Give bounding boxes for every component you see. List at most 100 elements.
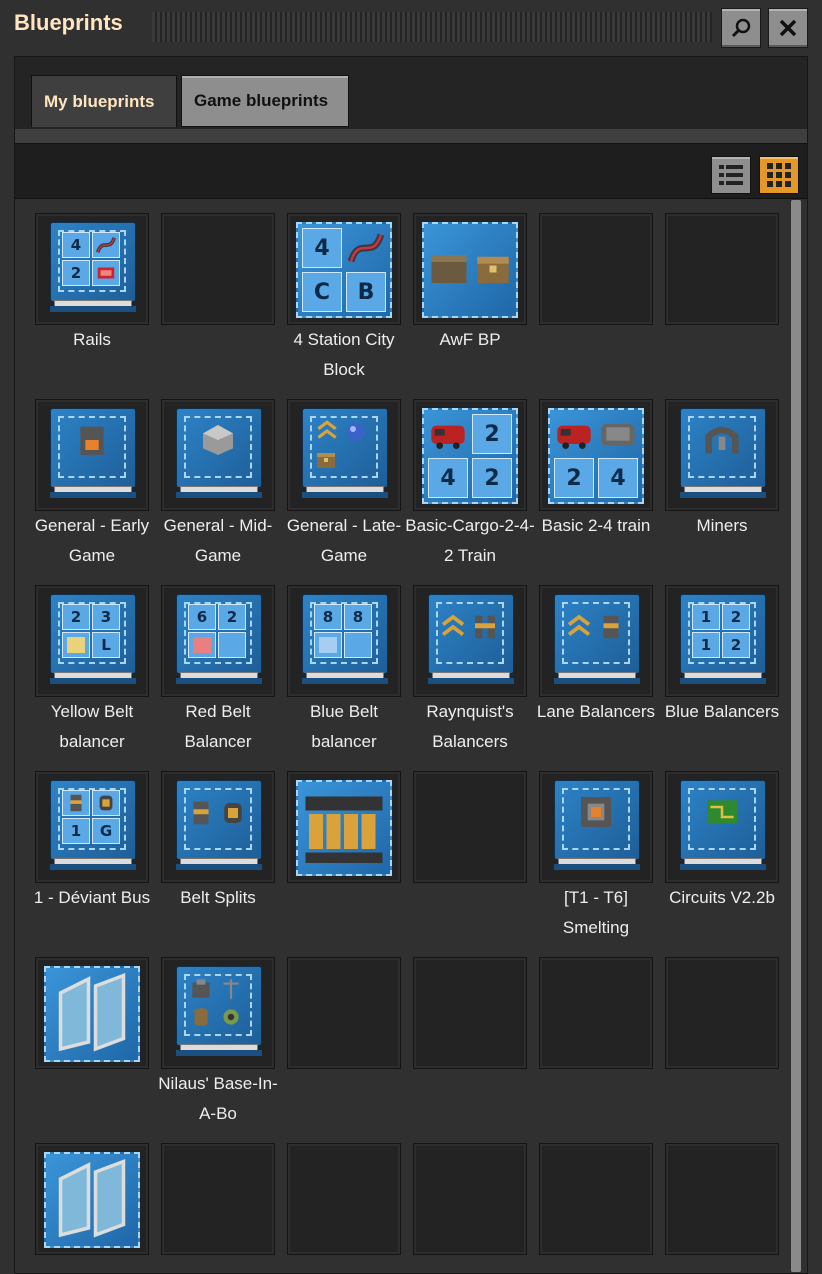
empty-slot[interactable] bbox=[665, 213, 779, 325]
blueprint-slot[interactable] bbox=[161, 771, 275, 883]
book-cell bbox=[62, 790, 90, 816]
blueprint-slot[interactable]: 23L bbox=[35, 585, 149, 697]
blueprint-slot[interactable] bbox=[35, 957, 149, 1069]
book-cell bbox=[344, 632, 372, 658]
window-titlebar[interactable]: Blueprints bbox=[0, 0, 822, 52]
blueprint-slot[interactable]: 4CB bbox=[287, 213, 401, 325]
blueprint-cell: B bbox=[346, 272, 386, 312]
blueprint-slot[interactable]: 42 bbox=[35, 213, 149, 325]
empty-slot[interactable] bbox=[665, 1143, 779, 1255]
slot-label: Blue Belt balancer bbox=[309, 702, 379, 751]
blueprint-slot[interactable]: 88 bbox=[287, 585, 401, 697]
list-view-button[interactable] bbox=[711, 156, 751, 194]
solar-icon bbox=[58, 972, 126, 1052]
slot-label: Rails bbox=[73, 330, 111, 349]
empty-slot[interactable] bbox=[413, 771, 527, 883]
book-cell: 1 bbox=[692, 604, 720, 630]
rocket-icon bbox=[192, 979, 210, 998]
blueprint-slot[interactable] bbox=[413, 213, 527, 325]
tab-my-blueprints[interactable]: My blueprints bbox=[31, 75, 177, 127]
rail-icon bbox=[96, 236, 116, 254]
book-cell: 8 bbox=[344, 604, 372, 630]
book-cell bbox=[92, 232, 120, 258]
blueprint-slot[interactable] bbox=[413, 585, 527, 697]
blueprint-book-icon bbox=[680, 408, 766, 500]
splitter-icon bbox=[603, 615, 619, 639]
slot-label: Red Belt Balancer bbox=[184, 702, 252, 751]
close-button[interactable] bbox=[768, 8, 808, 48]
empty-slot[interactable] bbox=[539, 1143, 653, 1255]
grid-view-button[interactable] bbox=[759, 156, 799, 194]
blueprint-grid: 4 2 Rails 4 C B 4 Station City Block AwF BP Gene… bbox=[15, 199, 807, 1273]
scrollbar-thumb[interactable] bbox=[791, 200, 801, 1272]
blueprint-slot[interactable]: 242 bbox=[413, 399, 527, 511]
assembler-icon bbox=[581, 797, 611, 827]
blueprint-icon bbox=[44, 1152, 140, 1248]
wall-icon bbox=[431, 255, 467, 283]
blueprint-slot[interactable] bbox=[161, 399, 275, 511]
blueprint-icon: 24 bbox=[548, 408, 644, 504]
empty-slot[interactable] bbox=[539, 213, 653, 325]
search-button[interactable] bbox=[721, 8, 761, 48]
slot-label: Belt Splits bbox=[180, 888, 256, 907]
blueprint-slot[interactable]: 1212 bbox=[665, 585, 779, 697]
tab-game-blueprints[interactable]: Game blueprints bbox=[181, 75, 349, 127]
book-cell: 2 bbox=[722, 632, 750, 658]
slot-label: 1 - Déviant Bus bbox=[33, 888, 151, 907]
book-cell bbox=[188, 632, 216, 658]
blueprint-icon bbox=[44, 966, 140, 1062]
blueprint-book-icon bbox=[554, 594, 640, 686]
empty-slot[interactable] bbox=[161, 213, 275, 325]
splitter-icon bbox=[70, 794, 82, 812]
blueprint-slot[interactable] bbox=[161, 957, 275, 1069]
book-cell bbox=[92, 260, 120, 286]
blueprint-slot[interactable] bbox=[35, 1143, 149, 1255]
blueprint-slot[interactable] bbox=[35, 399, 149, 511]
blueprint-slot[interactable]: 24 bbox=[539, 399, 653, 511]
empty-slot[interactable] bbox=[665, 957, 779, 1069]
empty-slot[interactable] bbox=[161, 1143, 275, 1255]
drag-handle[interactable] bbox=[152, 12, 712, 42]
sphere-icon bbox=[347, 423, 365, 441]
empty-slot[interactable] bbox=[287, 1143, 401, 1255]
blueprint-book-icon bbox=[50, 408, 136, 500]
blueprint-slot[interactable] bbox=[665, 399, 779, 511]
blueprint-book-icon bbox=[428, 594, 514, 686]
blueprint-slot[interactable] bbox=[287, 771, 401, 883]
barrel-icon bbox=[194, 1008, 208, 1026]
blueprint-slot[interactable]: 1G bbox=[35, 771, 149, 883]
blueprint-slot[interactable]: 62 bbox=[161, 585, 275, 697]
blueprint-slot[interactable] bbox=[539, 771, 653, 883]
gear-icon bbox=[223, 1009, 239, 1025]
vertical-scrollbar[interactable] bbox=[791, 200, 801, 1272]
book-cell bbox=[314, 632, 342, 658]
splitter-icon bbox=[193, 801, 209, 825]
empty-slot[interactable] bbox=[413, 1143, 527, 1255]
empty-slot[interactable] bbox=[413, 957, 527, 1069]
chest-icon bbox=[317, 453, 335, 468]
blueprint-book-icon bbox=[176, 780, 262, 872]
slot-label: Circuits V2.2b bbox=[669, 888, 775, 907]
steel-icon bbox=[203, 425, 233, 455]
blueprint-book-icon bbox=[176, 408, 262, 500]
underground-icon bbox=[99, 795, 113, 811]
blueprint-book-icon: 1G bbox=[50, 780, 136, 872]
slot-label: Miners bbox=[696, 516, 748, 535]
book-cell: 3 bbox=[92, 604, 120, 630]
blueprint-book-icon bbox=[176, 966, 262, 1058]
tab-underline bbox=[15, 129, 807, 143]
blueprint-book-icon bbox=[554, 780, 640, 872]
blueprint-slot[interactable] bbox=[287, 399, 401, 511]
wagon-icon bbox=[601, 424, 635, 446]
blueprint-icon: 4CB bbox=[296, 222, 392, 318]
drill-icon bbox=[705, 426, 739, 454]
loco-icon bbox=[557, 425, 591, 449]
blueprint-slot[interactable] bbox=[539, 585, 653, 697]
grid-view-icon bbox=[767, 163, 791, 187]
empty-slot[interactable] bbox=[287, 957, 401, 1069]
close-icon bbox=[779, 19, 797, 37]
book-cell: G bbox=[92, 818, 120, 844]
search-icon bbox=[731, 18, 751, 38]
empty-slot[interactable] bbox=[539, 957, 653, 1069]
blueprint-slot[interactable] bbox=[665, 771, 779, 883]
